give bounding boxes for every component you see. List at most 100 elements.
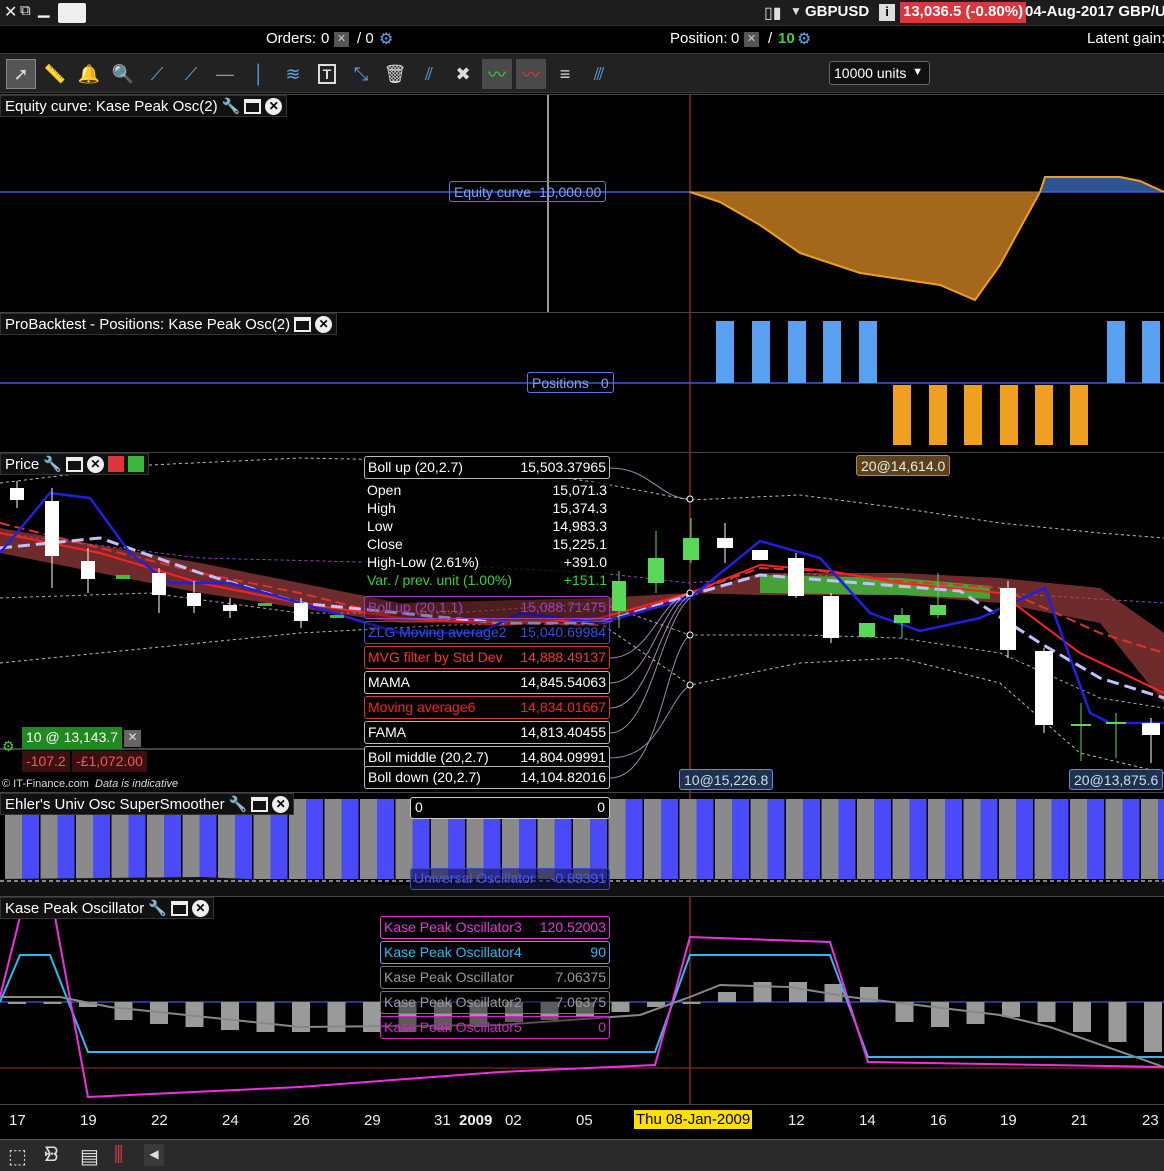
close-icon[interactable]: ✕ bbox=[191, 899, 209, 917]
fib-grid-icon[interactable]: ⫻ bbox=[584, 59, 614, 89]
legend-fama[interactable]: FAMA 14,813.40455 bbox=[364, 721, 610, 744]
window-icon[interactable] bbox=[170, 900, 188, 916]
symbol-dropdown-icon[interactable]: ▼ bbox=[790, 4, 802, 18]
equity-curve-tag: Equity curve 10,000.00 bbox=[449, 181, 607, 202]
kase-bar bbox=[8, 1002, 26, 1004]
indicator-wave-red-icon[interactable]: 〰 bbox=[516, 59, 546, 89]
universal-oscillator-legend[interactable]: Universal Oscillator -0.89391 bbox=[410, 868, 610, 890]
legend-kase-3[interactable]: Kase Peak Oscillator3 120.52003 bbox=[380, 916, 610, 939]
ohlc-key: High-Low (2.61%) bbox=[367, 554, 480, 570]
position-box[interactable]: ⚙ 10 @ 13,143.7 ✕ -107.2 -£1,072.00 bbox=[0, 725, 150, 775]
buy-order-icon[interactable] bbox=[127, 456, 144, 472]
legend-value: 0 bbox=[598, 1019, 606, 1035]
legend-key: MAMA bbox=[368, 674, 410, 690]
close-position-icon[interactable]: ✕ bbox=[124, 730, 141, 747]
wrench-icon[interactable]: 🔧 bbox=[43, 455, 62, 473]
units-select[interactable]: 10000 units ▼ bbox=[829, 61, 930, 85]
ohlc-key: Close bbox=[367, 536, 403, 552]
trash-icon[interactable]: 🗑 bbox=[380, 59, 410, 89]
chart-edit-icon[interactable]: ⬚ bbox=[8, 1144, 27, 1169]
close-icon[interactable]: ✕ bbox=[265, 97, 283, 115]
price-title-text: Price bbox=[5, 455, 40, 473]
legend-kase-5[interactable]: Kase Peak Oscillator5 0 bbox=[380, 1016, 610, 1039]
sell-order-icon[interactable] bbox=[107, 456, 124, 472]
drawing-toolbar: ➚ 📏 🔔 🔍 ⟋ ⟋ — │ ≋ T ⤡ 🗑 ⫽ ✖ 〰 〰 ≡ ⫻ bbox=[0, 53, 1164, 93]
positions-tag-label: Positions bbox=[532, 375, 589, 391]
wrench-icon[interactable]: 🔧 bbox=[229, 795, 248, 813]
kase-bar bbox=[1002, 1002, 1020, 1017]
resize-icon[interactable]: ⤡ bbox=[346, 59, 376, 89]
close-position-icon[interactable]: ✕ bbox=[744, 32, 759, 47]
minimize-icon[interactable]: ▁ bbox=[38, 0, 50, 18]
gear-icon[interactable]: ⚙ bbox=[379, 29, 393, 49]
fan-icon[interactable]: ≡ bbox=[550, 59, 580, 89]
vertical-line-icon[interactable]: │ bbox=[244, 59, 274, 89]
keyboard-icon[interactable] bbox=[58, 3, 86, 23]
close-icon[interactable]: ✕ bbox=[86, 455, 104, 473]
osc-bar bbox=[1141, 799, 1158, 879]
line-icon[interactable]: ⟋ bbox=[142, 59, 172, 89]
scroll-left-icon[interactable]: ◀ bbox=[144, 1144, 164, 1166]
indicator-wave-icon[interactable]: 〰 bbox=[482, 59, 512, 89]
window-icon[interactable] bbox=[251, 796, 269, 812]
wrench-icon[interactable]: 🔧 bbox=[222, 97, 241, 115]
legend-zlg-moving-average[interactable]: ZLG Moving average2 15,040.69984 bbox=[364, 621, 610, 644]
parallel-lines-icon[interactable]: ⫽ bbox=[414, 59, 444, 89]
x-tick: 21 bbox=[1071, 1112, 1088, 1129]
close-icon[interactable]: ✕ bbox=[315, 315, 333, 333]
ehler-zero-left: 0 bbox=[415, 799, 423, 815]
ohlc-row: Low 14,983.3 bbox=[364, 518, 610, 536]
short-order-badge[interactable]: 20@14,614.0 bbox=[856, 455, 951, 476]
positions-tag: Positions 0 bbox=[527, 372, 614, 393]
legend-kase-2[interactable]: Kase Peak Oscillator2 7.06375 bbox=[380, 991, 610, 1014]
candles-icon[interactable]: ⫼ bbox=[114, 1144, 123, 1167]
pointer-icon[interactable]: ➚ bbox=[6, 59, 36, 89]
indicator-settings-icon[interactable]: ᙫ bbox=[44, 1144, 58, 1167]
ohlc-value: 15,071.3 bbox=[552, 482, 608, 498]
cancel-orders-icon[interactable]: ✕ bbox=[334, 32, 349, 47]
close-icon[interactable]: ✕ bbox=[4, 2, 17, 22]
info-icon[interactable]: i bbox=[879, 4, 895, 21]
alert-bell-icon[interactable]: 🔔 bbox=[74, 59, 104, 89]
legend-value: 14,834.01667 bbox=[520, 699, 606, 715]
legend-key: Boll down (20,2.7) bbox=[368, 769, 481, 785]
legend-boll-down[interactable]: Boll down (20,2.7) 14,104.82016 bbox=[364, 766, 610, 789]
gear-icon[interactable]: ⚙ bbox=[2, 738, 15, 755]
list-icon[interactable]: ▤ bbox=[80, 1144, 99, 1169]
fibonacci-icon[interactable]: ≋ bbox=[278, 59, 308, 89]
legend-boll-up-11[interactable]: Boll up (20,1.1) 15,088.71475 bbox=[364, 596, 610, 619]
equity-tag-label: Equity curve bbox=[454, 184, 532, 200]
legend-key: Moving average6 bbox=[368, 699, 476, 715]
equity-panel: Equity curve: Kase Peak Osc(2) 🔧 ✕ Equit… bbox=[0, 94, 1164, 313]
legend-kase-4[interactable]: Kase Peak Oscillator4 90 bbox=[380, 941, 610, 964]
window-icon[interactable] bbox=[294, 316, 312, 332]
legend-value: 14,813.40455 bbox=[520, 724, 606, 740]
legend-kase[interactable]: Kase Peak Oscillator 7.06375 bbox=[380, 966, 610, 989]
text-icon[interactable]: T bbox=[312, 59, 342, 89]
long-position-bar bbox=[788, 321, 806, 383]
legend-mama[interactable]: MAMA 14,845.54063 bbox=[364, 671, 610, 694]
restore-window-icon[interactable]: ⧉ bbox=[20, 2, 31, 19]
ohlc-box: Open 15,071.3 High 15,374.3 Low 14,983.3 Cl… bbox=[364, 482, 610, 592]
legend-boll-up-27[interactable]: Boll up (20,2.7) 15,503.37965 bbox=[364, 456, 610, 479]
chevron-down-icon: ▼ bbox=[912, 66, 923, 78]
legend-mvg-filter[interactable]: MVG filter by Std Dev 14,888.49137 bbox=[364, 646, 610, 669]
osc-bar bbox=[1034, 799, 1052, 879]
candlestick-icon[interactable]: ▯▮ bbox=[764, 3, 782, 23]
ray-icon[interactable]: ⟋ bbox=[176, 59, 206, 89]
window-icon[interactable] bbox=[244, 98, 262, 114]
horizontal-line-icon[interactable]: — bbox=[210, 59, 240, 89]
close-icon[interactable]: ✕ bbox=[272, 795, 290, 813]
title-bar: ✕ ⧉ ▁ ▯▮ ▼ GBPUSD i 13,036.5 (-0.80%) 04… bbox=[0, 0, 1164, 26]
ohlc-key: High bbox=[367, 500, 396, 516]
zoom-icon[interactable]: 🔍 bbox=[108, 59, 138, 89]
legend-moving-average6[interactable]: Moving average6 14,834.01667 bbox=[364, 696, 610, 719]
symbol-name[interactable]: GBPUSD bbox=[805, 3, 869, 20]
ehler-zero-legend[interactable]: 0 0 bbox=[410, 797, 610, 819]
short-order-badge-2[interactable]: 20@13,875.6 bbox=[1069, 769, 1164, 790]
tools-icon[interactable]: ✖ bbox=[448, 59, 478, 89]
wrench-icon[interactable]: 🔧 bbox=[148, 899, 167, 917]
ruler-icon[interactable]: 📏 bbox=[40, 59, 70, 89]
window-icon[interactable] bbox=[65, 456, 83, 472]
gear-icon[interactable]: ⚙ bbox=[797, 29, 811, 49]
